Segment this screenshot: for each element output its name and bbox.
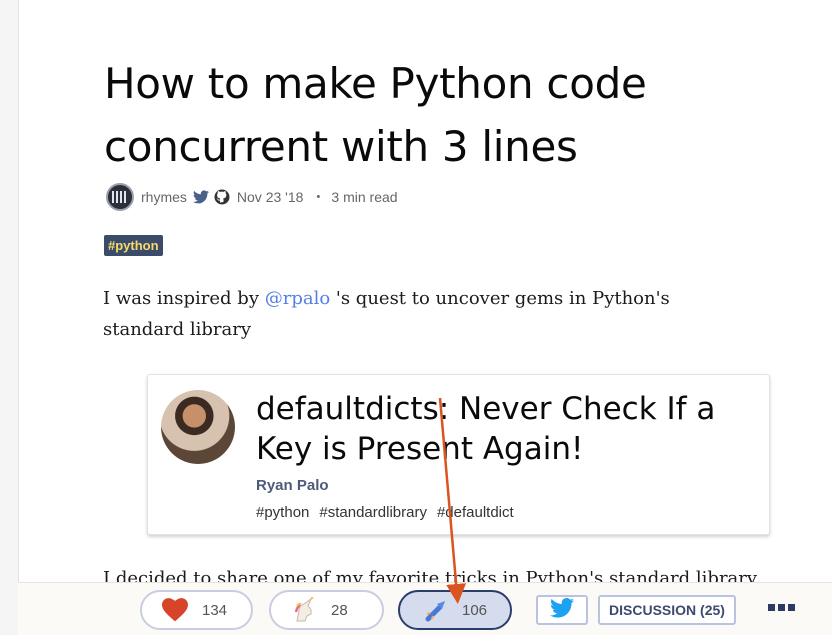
unicorn-icon	[289, 597, 319, 623]
author-avatar[interactable]	[106, 183, 134, 211]
article-container: How to make Python code concurrent with …	[18, 0, 832, 635]
embed-tag[interactable]: #standardlibrary	[319, 504, 427, 521]
bookmark-reaction-button[interactable]: 106	[398, 590, 512, 630]
twitter-icon[interactable]	[192, 190, 209, 204]
heart-reaction-button[interactable]: 134	[140, 590, 253, 630]
read-time: 3 min read	[331, 189, 398, 205]
intro-text-before: I was inspired by	[103, 288, 265, 309]
publish-date: Nov 23 '18	[236, 189, 304, 205]
embed-tags: #python #standardlibrary #defaultdict	[256, 504, 514, 521]
more-icon[interactable]	[768, 604, 795, 611]
heart-icon	[160, 598, 190, 622]
intro-paragraph: I was inspired by @rpalo 's quest to unc…	[103, 283, 703, 345]
tag-python[interactable]: #python	[104, 235, 163, 256]
article-meta: rhymes Nov 23 '18 ・ 3 min read	[106, 183, 398, 211]
author-name[interactable]: rhymes	[141, 189, 187, 205]
embed-tag[interactable]: #defaultdict	[437, 504, 514, 521]
unicorn-reaction-button[interactable]: 28	[269, 590, 384, 630]
embed-author-photo[interactable]	[161, 390, 235, 464]
twitter-icon	[550, 598, 574, 622]
bookmark-icon	[422, 598, 452, 622]
github-icon[interactable]	[214, 189, 230, 205]
embed-title[interactable]: defaultdicts: Never Check If a Key is Pr…	[256, 389, 756, 469]
reaction-bar: 134 28 106 DISCUSSION (25)	[18, 582, 832, 635]
meta-separator: ・	[311, 189, 326, 205]
unicorn-count: 28	[331, 601, 348, 619]
embed-tag[interactable]: #python	[256, 504, 309, 521]
discussion-button[interactable]: DISCUSSION (25)	[598, 595, 736, 625]
heart-count: 134	[202, 601, 228, 619]
share-twitter-button[interactable]	[536, 595, 588, 625]
embed-author[interactable]: Ryan Palo	[256, 477, 329, 494]
bookmark-count: 106	[462, 601, 488, 619]
mention-link[interactable]: @rpalo	[265, 288, 330, 309]
embedded-article-card[interactable]: defaultdicts: Never Check If a Key is Pr…	[147, 374, 770, 535]
article-title: How to make Python code concurrent with …	[104, 59, 647, 171]
